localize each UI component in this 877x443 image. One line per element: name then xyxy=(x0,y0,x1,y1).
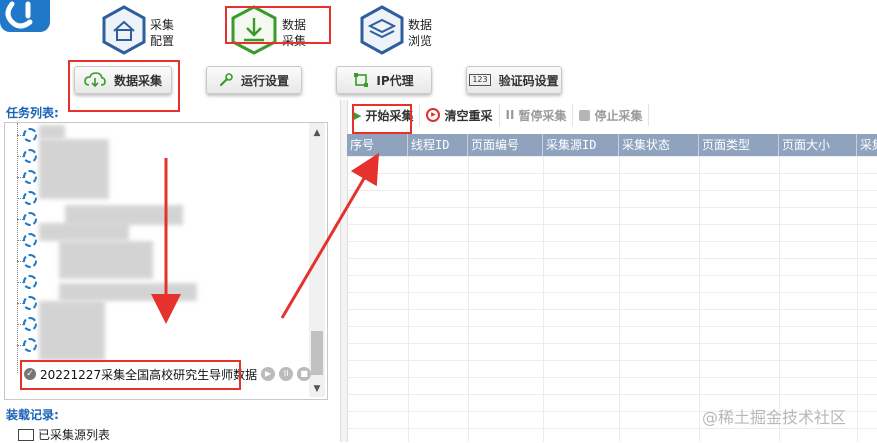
play-icon[interactable]: ▶ xyxy=(261,367,276,381)
column-header[interactable]: 序号 xyxy=(347,134,408,156)
node-icon xyxy=(23,317,37,331)
load-records-title: 装载记录: xyxy=(6,408,59,422)
column-header[interactable]: 采集状态 xyxy=(619,134,699,156)
pause-collect-button[interactable]: II 暂停采集 xyxy=(500,104,574,126)
clear-recollect-button[interactable]: ▶ 清空重采 xyxy=(420,104,500,126)
redacted-label xyxy=(39,301,105,361)
scroll-down-icon[interactable]: ▼ xyxy=(309,381,325,397)
column-header[interactable]: 采集源ID xyxy=(543,134,619,156)
collect-grid[interactable]: 序号 线程ID 页面编号 采集源ID 采集状态 页面类型 页面大小 采集 xyxy=(347,134,877,442)
run-settings-button[interactable]: 运行设置 xyxy=(206,66,302,94)
task-list-title: 任务列表: xyxy=(6,106,59,120)
ip-proxy-label: IP代理 xyxy=(376,73,414,88)
clear-recollect-label: 清空重采 xyxy=(444,108,493,123)
task-tree[interactable] xyxy=(4,122,328,400)
column-header[interactable]: 采集 xyxy=(857,134,877,156)
nav-label-line1: 采集 xyxy=(150,18,175,32)
frame-icon xyxy=(354,73,369,87)
nav-label-line2: 浏览 xyxy=(408,34,433,48)
nav-data-browse[interactable]: 数据 浏览 xyxy=(358,4,453,56)
scroll-up-icon[interactable]: ▲ xyxy=(309,125,325,141)
pause-collect-label: 暂停采集 xyxy=(518,108,567,123)
node-icon xyxy=(23,254,37,268)
stop-collect-button[interactable]: 停止采集 xyxy=(573,104,650,126)
grid-header: 序号 线程ID 页面编号 采集源ID 采集状态 页面类型 页面大小 采集 xyxy=(347,134,877,156)
ip-proxy-button[interactable]: IP代理 xyxy=(336,66,432,94)
tree-node[interactable] xyxy=(5,251,305,271)
node-icon xyxy=(23,296,37,310)
nav-label-line2: 配置 xyxy=(150,34,175,48)
redacted-label xyxy=(39,223,129,241)
redacted-label xyxy=(59,241,153,279)
node-icon xyxy=(23,128,37,142)
run-settings-label: 运行设置 xyxy=(240,73,289,88)
stop-collect-label: 停止采集 xyxy=(594,108,643,123)
redacted-label xyxy=(39,139,109,199)
column-header[interactable]: 页面编号 xyxy=(468,134,543,156)
stop-icon[interactable]: ■ xyxy=(297,367,312,381)
annotation-box-start xyxy=(352,104,412,134)
chart-icon xyxy=(18,428,34,441)
annotation-box-nav xyxy=(225,6,331,44)
node-icon xyxy=(23,149,37,163)
record-icon: ▶ xyxy=(426,108,441,122)
annotation-box-task xyxy=(20,360,241,390)
grid-body xyxy=(347,156,877,442)
redacted-label xyxy=(39,125,65,139)
node-icon xyxy=(23,275,37,289)
stop-icon xyxy=(579,109,591,121)
node-icon xyxy=(23,212,37,226)
node-icon xyxy=(23,233,37,247)
node-icon xyxy=(23,170,37,184)
annotation-box-toolbar xyxy=(68,60,180,112)
nav-label-line1: 数据 xyxy=(408,18,433,32)
load-item-label: 已采集源列表 xyxy=(38,428,111,442)
column-header[interactable]: 页面类型 xyxy=(699,134,779,156)
app-logo xyxy=(0,0,50,32)
node-icon xyxy=(23,191,37,205)
pause-icon: II xyxy=(505,108,515,122)
captcha-icon: 123 xyxy=(469,74,491,86)
scroll-thumb[interactable] xyxy=(311,331,323,375)
wrench-icon xyxy=(219,73,233,87)
pause-icon[interactable]: II xyxy=(279,367,294,381)
nav-collect-config[interactable]: 采集 配置 xyxy=(100,4,195,56)
redacted-label xyxy=(65,205,183,225)
captcha-settings-label: 验证码设置 xyxy=(498,73,559,88)
column-header[interactable]: 线程ID xyxy=(408,134,468,156)
column-header[interactable]: 页面大小 xyxy=(779,134,857,156)
redacted-label xyxy=(59,283,197,301)
watermark: @稀土掘金技术社区 xyxy=(702,408,847,427)
captcha-settings-button[interactable]: 123 验证码设置 xyxy=(466,66,562,94)
node-icon xyxy=(23,338,37,352)
tree-scrollbar[interactable]: ▲ ▼ xyxy=(309,123,325,397)
load-item[interactable]: 已采集源列表 xyxy=(18,426,110,443)
